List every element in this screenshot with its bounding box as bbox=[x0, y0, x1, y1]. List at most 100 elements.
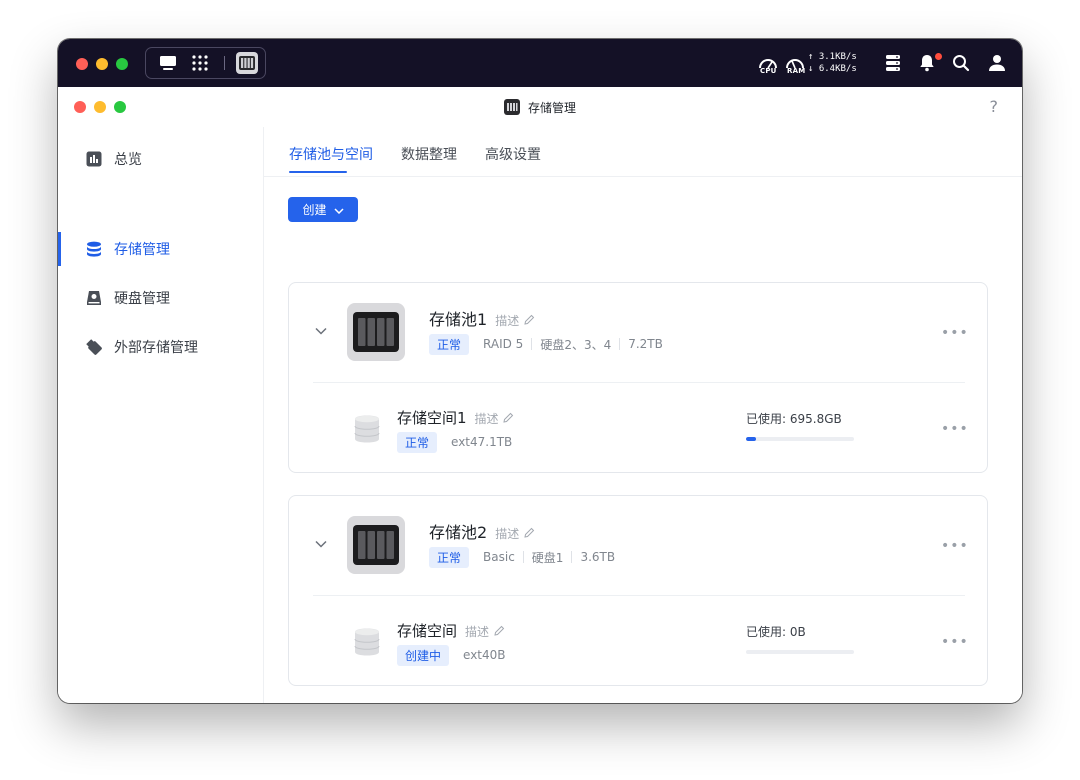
monitor-icon[interactable] bbox=[158, 48, 178, 78]
status-badge: 正常 bbox=[429, 333, 470, 355]
nas-pool-icon bbox=[347, 516, 405, 574]
status-badge: 正常 bbox=[429, 546, 470, 568]
pool-size: 7.2TB bbox=[628, 337, 663, 351]
edit-pencil-icon[interactable] bbox=[494, 622, 505, 640]
edit-pencil-icon[interactable] bbox=[503, 409, 514, 427]
active-tab-indicator bbox=[289, 171, 347, 173]
tab-advanced-settings[interactable]: 高级设置 bbox=[485, 144, 541, 164]
pool-description[interactable]: 描述 bbox=[495, 527, 519, 541]
volume-used-label: 已使用: 0B bbox=[746, 625, 806, 639]
storage-manager-icon bbox=[503, 99, 520, 115]
search-icon[interactable] bbox=[950, 51, 972, 75]
sidebar: 总览 存储管理 硬盘管理 外部存储管理 bbox=[58, 127, 264, 703]
overview-chart-icon bbox=[86, 151, 102, 167]
pool-name: 存储池1 描述 bbox=[429, 306, 535, 330]
pool-description[interactable]: 描述 bbox=[495, 314, 519, 328]
sidebar-item-label: 总览 bbox=[114, 152, 142, 168]
volume-size: 0B bbox=[489, 648, 506, 662]
app-launcher bbox=[145, 47, 266, 79]
create-button-label: 创建 bbox=[302, 203, 327, 217]
storage-pool-card: 存储池1 描述 正常 RAID 5 硬盘2、3、4 7.2TB ••• 存储空间1… bbox=[288, 282, 988, 473]
chevron-down-icon bbox=[333, 203, 344, 217]
user-icon[interactable] bbox=[986, 51, 1008, 75]
volume-meta: 正常 ext4 7.1TB bbox=[397, 431, 512, 453]
tab-bar: 存储池与空间 数据整理 高级设置 bbox=[264, 127, 1022, 177]
tab-pools-and-volumes[interactable]: 存储池与空间 bbox=[289, 144, 373, 164]
volume-fs: ext4 bbox=[451, 435, 478, 449]
volume-more-menu[interactable]: ••• bbox=[941, 421, 969, 437]
sidebar-item-storage[interactable]: 存储管理 bbox=[58, 232, 263, 266]
volume-fs: ext4 bbox=[463, 648, 490, 662]
pool-meta: 正常 RAID 5 硬盘2、3、4 7.2TB bbox=[429, 333, 663, 355]
meta-divider bbox=[522, 551, 524, 563]
volume-size: 7.1TB bbox=[477, 435, 513, 449]
pool-more-menu[interactable]: ••• bbox=[941, 325, 969, 341]
edit-pencil-icon[interactable] bbox=[524, 310, 535, 329]
window-title-bar: 存储管理 ? bbox=[58, 87, 1022, 128]
storage-app-icon[interactable] bbox=[236, 52, 258, 74]
collapse-chevron-icon[interactable] bbox=[313, 536, 329, 552]
usage-bar bbox=[746, 437, 854, 441]
pool-name-text: 存储池2 bbox=[429, 523, 488, 542]
meta-divider bbox=[531, 338, 533, 350]
pool-raid: RAID 5 bbox=[483, 337, 524, 351]
usage-bar bbox=[746, 650, 854, 654]
pool-meta: 正常 Basic 硬盘1 3.6TB bbox=[429, 546, 615, 568]
volume-name-text: 存储空间 bbox=[397, 622, 458, 640]
pool-divider bbox=[313, 595, 965, 596]
launcher-divider bbox=[224, 56, 225, 70]
tab-data-defrag[interactable]: 数据整理 bbox=[401, 144, 457, 164]
sidebar-item-disks[interactable]: 硬盘管理 bbox=[58, 281, 263, 315]
volume-icon bbox=[353, 414, 381, 444]
upload-rate: ↑ 3.1KB/s bbox=[808, 52, 857, 62]
window-title-text: 存储管理 bbox=[527, 100, 576, 115]
sidebar-item-overview[interactable]: 总览 bbox=[58, 142, 263, 176]
pool-size: 3.6TB bbox=[580, 550, 616, 564]
download-rate: ↓ 6.4KB/s bbox=[808, 64, 857, 74]
status-badge: 创建中 bbox=[397, 644, 450, 666]
volume-used-label: 已使用: 695.8GB bbox=[746, 412, 842, 426]
grid-apps-icon[interactable] bbox=[189, 48, 211, 78]
main-content: 存储池与空间 数据整理 高级设置 创建 存储池1 描述 正常 RAID 5 硬盘… bbox=[264, 127, 1022, 703]
pool-divider bbox=[313, 382, 965, 383]
system-top-bar: CPU RAM ↑ 3.1KB/s ↓ 6.4KB/s bbox=[58, 39, 1022, 87]
storage-pool-card: 存储池2 描述 正常 Basic 硬盘1 3.6TB ••• 存储空间 描述 创… bbox=[288, 495, 988, 686]
meta-divider bbox=[619, 338, 621, 350]
app-window: CPU RAM ↑ 3.1KB/s ↓ 6.4KB/s 存储管理 ? 总览 存储… bbox=[58, 39, 1022, 703]
close-window-button[interactable] bbox=[76, 58, 88, 70]
notification-badge bbox=[934, 52, 943, 61]
pool-raid: Basic bbox=[483, 550, 515, 564]
usb-drive-icon bbox=[86, 339, 102, 355]
maximize-window-button[interactable] bbox=[116, 58, 128, 70]
volume-name-text: 存储空间1 bbox=[397, 409, 467, 427]
collapse-chevron-icon[interactable] bbox=[313, 323, 329, 339]
volume-icon bbox=[353, 627, 381, 657]
pool-disks: 硬盘2、3、4 bbox=[540, 337, 612, 352]
pool-name: 存储池2 描述 bbox=[429, 519, 535, 543]
database-icon bbox=[86, 241, 102, 257]
sidebar-item-external[interactable]: 外部存储管理 bbox=[58, 330, 263, 364]
ram-label: RAM bbox=[787, 67, 806, 75]
minimize-window-button[interactable] bbox=[96, 58, 108, 70]
meta-divider bbox=[571, 551, 573, 563]
usage-bar-fill bbox=[746, 437, 757, 441]
window-title: 存储管理 bbox=[58, 87, 1022, 127]
volume-description[interactable]: 描述 bbox=[475, 412, 499, 426]
volume-meta: 创建中 ext4 0B bbox=[397, 644, 506, 666]
create-button[interactable]: 创建 bbox=[288, 197, 358, 222]
sidebar-item-label: 外部存储管理 bbox=[114, 340, 198, 356]
server-icon[interactable] bbox=[882, 51, 904, 75]
nas-pool-icon bbox=[347, 303, 405, 361]
edit-pencil-icon[interactable] bbox=[524, 523, 535, 542]
sidebar-item-label: 存储管理 bbox=[114, 242, 170, 258]
status-badge: 正常 bbox=[397, 431, 438, 453]
help-button[interactable]: ? bbox=[990, 97, 999, 116]
volume-name: 存储空间1 描述 bbox=[397, 407, 514, 428]
volume-more-menu[interactable]: ••• bbox=[941, 634, 969, 650]
volume-description[interactable]: 描述 bbox=[465, 625, 489, 639]
pool-more-menu[interactable]: ••• bbox=[941, 538, 969, 554]
network-rates: ↑ 3.1KB/s ↓ 6.4KB/s bbox=[808, 51, 857, 75]
pool-name-text: 存储池1 bbox=[429, 310, 488, 329]
hard-disk-icon bbox=[86, 290, 102, 306]
cpu-label: CPU bbox=[760, 67, 777, 75]
